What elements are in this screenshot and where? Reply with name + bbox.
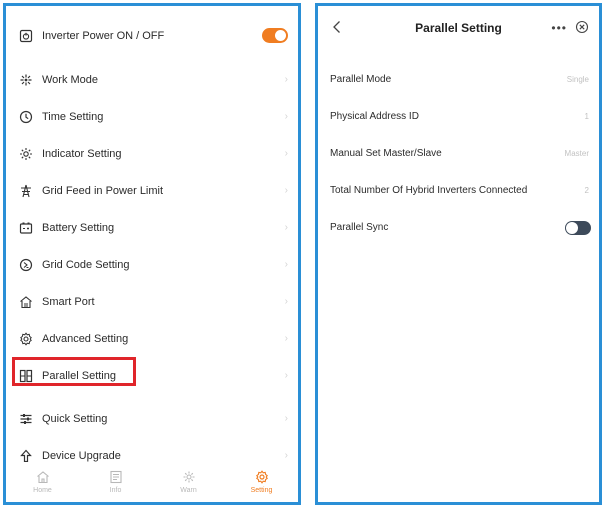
chevron-right-icon: ›	[284, 450, 288, 461]
inverter-power-label: Inverter Power ON / OFF	[42, 29, 165, 42]
close-circle-icon	[575, 20, 589, 34]
gear-icon	[18, 331, 34, 347]
indicator-icon	[18, 146, 34, 162]
row-label: Total Number Of Hybrid Inverters Connect…	[330, 185, 528, 196]
parallel-sync-toggle[interactable]	[565, 221, 591, 235]
page-title: Parallel Setting	[415, 21, 502, 35]
nav-label: Info	[109, 487, 122, 494]
nav-label: Setting	[250, 487, 273, 494]
row-label: Manual Set Master/Slave	[330, 148, 442, 159]
menu-item-time-setting[interactable]: Time Setting ›	[6, 98, 298, 135]
parallel-icon	[18, 368, 34, 384]
hybrid-inverters-count-row[interactable]: Total Number Of Hybrid Inverters Connect…	[318, 172, 599, 209]
parallel-sync-row: Parallel Sync	[318, 209, 599, 246]
chevron-right-icon: ›	[284, 74, 288, 85]
menu-item-label: Indicator Setting	[42, 147, 122, 160]
parallel-mode-row[interactable]: Parallel Mode Single	[318, 61, 599, 98]
power-icon	[18, 28, 34, 44]
grid-tower-icon	[18, 183, 34, 199]
nav-label: Home	[33, 487, 52, 494]
row-value: Single	[566, 75, 589, 84]
menu-item-label: Parallel Setting	[42, 369, 116, 382]
menu-item-label: Time Setting	[42, 110, 104, 123]
menu-item-label: Grid Feed in Power Limit	[42, 184, 164, 197]
work-mode-icon	[18, 72, 34, 88]
menu-item-label: Advanced Setting	[42, 332, 129, 345]
home-icon	[36, 471, 49, 484]
settings-menu-screen: Inverter Power ON / OFF Work Mode › Time…	[3, 3, 301, 505]
grid-code-icon	[18, 257, 34, 273]
chevron-right-icon: ›	[284, 111, 288, 122]
menu-item-quick-setting[interactable]: Quick Setting ›	[6, 400, 298, 437]
menu-item-work-mode[interactable]: Work Mode ›	[6, 61, 298, 98]
battery-icon	[18, 220, 34, 236]
menu-item-battery-setting[interactable]: Battery Setting ›	[6, 209, 298, 246]
back-button[interactable]	[328, 18, 346, 36]
menu-item-label: Battery Setting	[42, 221, 115, 234]
row-label: Physical Address ID	[330, 111, 419, 122]
row-value: 2	[584, 186, 589, 195]
row-value: 1	[584, 112, 589, 121]
nav-home[interactable]: Home	[6, 462, 79, 502]
parallel-setting-screen: Parallel Setting ••• Parallel Mode Singl…	[315, 3, 602, 505]
chevron-right-icon: ›	[284, 333, 288, 344]
chevron-right-icon: ›	[284, 296, 288, 307]
more-button[interactable]: •••	[551, 21, 567, 35]
nav-warn[interactable]: Warn	[152, 462, 225, 502]
menu-item-smart-port[interactable]: Smart Port ›	[6, 283, 298, 320]
row-label: Parallel Sync	[330, 222, 389, 233]
menu-item-label: Quick Setting	[42, 412, 108, 425]
menu-item-label: Grid Code Setting	[42, 258, 130, 271]
menu-item-indicator-setting[interactable]: Indicator Setting ›	[6, 135, 298, 172]
warning-icon	[183, 471, 194, 483]
inverter-power-row[interactable]: Inverter Power ON / OFF	[6, 17, 298, 54]
menu-item-advanced-setting[interactable]: Advanced Setting ›	[6, 320, 298, 357]
physical-address-id-row[interactable]: Physical Address ID 1	[318, 98, 599, 135]
info-list-icon	[109, 470, 122, 484]
master-slave-row[interactable]: Manual Set Master/Slave Master	[318, 135, 599, 172]
bottom-nav: Home Info Warn Setting	[6, 462, 298, 502]
nav-label: Warn	[180, 487, 197, 494]
setting-gear-icon	[255, 470, 268, 484]
inverter-power-toggle[interactable]	[262, 28, 288, 43]
menu-item-label: Smart Port	[42, 295, 95, 308]
menu-item-label: Work Mode	[42, 73, 99, 86]
chevron-right-icon: ›	[284, 413, 288, 424]
chevron-right-icon: ›	[284, 148, 288, 159]
clock-icon	[18, 109, 34, 125]
chevron-right-icon: ›	[284, 185, 288, 196]
chevron-right-icon: ›	[284, 222, 288, 233]
chevron-right-icon: ›	[284, 259, 288, 270]
close-button[interactable]	[575, 20, 589, 34]
nav-setting[interactable]: Setting	[225, 462, 298, 502]
row-label: Parallel Mode	[330, 74, 392, 85]
menu-item-parallel-setting[interactable]: Parallel Setting ›	[6, 357, 298, 394]
nav-info[interactable]: Info	[79, 462, 152, 502]
sliders-icon	[18, 411, 34, 427]
menu-item-grid-feed-in-power-limit[interactable]: Grid Feed in Power Limit ›	[6, 172, 298, 209]
page-header: Parallel Setting •••	[318, 6, 599, 50]
chevron-right-icon: ›	[284, 370, 288, 381]
smart-port-icon	[18, 294, 34, 310]
menu-item-label: Device Upgrade	[42, 449, 121, 462]
row-value: Master	[564, 149, 589, 158]
chevron-left-icon	[333, 21, 340, 33]
menu-item-grid-code-setting[interactable]: Grid Code Setting ›	[6, 246, 298, 283]
